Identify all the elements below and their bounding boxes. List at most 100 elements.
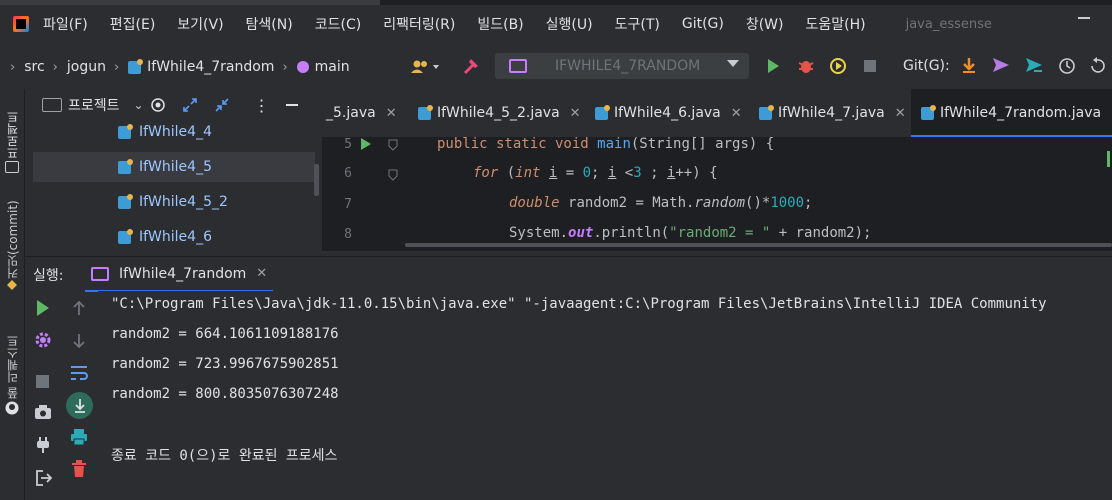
java-class-icon — [118, 123, 133, 139]
close-icon[interactable]: ✕ — [256, 266, 267, 281]
tab-label: IfWhile4_7random.java — [940, 105, 1102, 121]
console-line: random2 = 723.9967675902851 — [111, 356, 339, 372]
tab-label: IfWhile4_6.java — [614, 105, 721, 121]
breadcrumb-method[interactable]: main — [296, 59, 350, 75]
tree-item[interactable]: IfWhile4_4 — [25, 117, 315, 147]
chevron-down-icon[interactable]: ⌄ — [134, 98, 144, 112]
editor-tab[interactable]: IfWhile4_5_2.java ✕ — [418, 89, 581, 137]
github-icon[interactable] — [5, 401, 19, 415]
editor-tab-active[interactable]: IfWhile4_7random.java✕ — [911, 89, 1112, 137]
editor-horizontal-scrollbar[interactable] — [405, 243, 1112, 247]
menu-build[interactable]: 빌드(B) — [477, 14, 523, 34]
run-gutter-icon[interactable] — [360, 138, 372, 150]
close-icon[interactable]: ✕ — [570, 106, 581, 121]
fold-icon[interactable] — [388, 139, 398, 151]
console-line: random2 = 664.1061109188176 — [111, 326, 339, 342]
run-configuration-select[interactable]: IFWHILE4_7RANDOM — [495, 53, 749, 79]
method-icon — [296, 61, 309, 73]
tab-label: _5.java — [326, 105, 376, 121]
chevron-right-icon: › — [10, 59, 16, 75]
menu-tools[interactable]: 도구(T) — [615, 14, 660, 34]
run-panel-header: 실행: IfWhile4_7random ✕ — [25, 256, 1112, 292]
console-line: random2 = 800.8035076307248 — [111, 386, 339, 402]
code-line-6: for (int i = 0; i <3 ; i++) { — [473, 165, 718, 181]
code-editor[interactable]: 5 6 7 8 public static void main(String[]… — [322, 137, 1112, 251]
hide-panel-icon[interactable] — [285, 104, 298, 106]
tree-item[interactable]: IfWhile4_5_2 — [25, 187, 315, 217]
menu-file[interactable]: 파일(F) — [43, 14, 88, 34]
arrow-down-icon[interactable] — [72, 333, 86, 349]
stop-icon[interactable] — [864, 60, 876, 72]
line-number: 8 — [344, 227, 352, 242]
close-icon[interactable]: ✕ — [895, 106, 906, 121]
collapse-all-icon[interactable] — [214, 97, 230, 113]
exit-icon[interactable] — [35, 469, 53, 487]
soft-wrap-icon[interactable] — [70, 365, 88, 381]
menu-view[interactable]: 보기(V) — [177, 14, 223, 34]
rerun-icon[interactable] — [36, 300, 50, 316]
history-icon[interactable] — [1058, 57, 1076, 75]
menu-edit[interactable]: 편집(E) — [110, 14, 156, 34]
menu-code[interactable]: 코드(C) — [315, 14, 361, 34]
project-tool-icon[interactable] — [5, 161, 19, 173]
plug-icon[interactable] — [36, 436, 50, 454]
trash-icon[interactable] — [72, 460, 86, 478]
fold-icon[interactable] — [388, 169, 398, 181]
chevron-right-icon: › — [52, 59, 58, 75]
intellij-logo-icon[interactable] — [13, 16, 29, 32]
folder-icon — [42, 98, 62, 112]
code-line-7: double random2 = Math.random()*1000; — [509, 195, 813, 211]
run-tab[interactable]: IfWhile4_7random ✕ — [85, 257, 274, 292]
minimize-icon[interactable] — [1078, 17, 1090, 19]
tree-item[interactable]: IfWhile4_6 — [25, 222, 315, 252]
menu-window[interactable]: 창(W) — [746, 14, 784, 34]
pull-requests-tool-window[interactable]: 풀 리퀘스트 — [4, 323, 21, 399]
locate-icon[interactable] — [150, 97, 166, 113]
breadcrumb-file[interactable]: IfWhile4_7random — [128, 58, 274, 75]
git-commit-icon[interactable] — [1024, 56, 1044, 74]
breadcrumb-package[interactable]: jogun — [67, 59, 106, 75]
run-configuration-label: IFWHILE4_7RANDOM — [555, 58, 701, 74]
line-number: 6 — [344, 166, 352, 181]
more-options-icon[interactable]: ⋮ — [254, 96, 270, 115]
close-icon[interactable]: ✕ — [731, 106, 742, 121]
print-icon[interactable] — [70, 428, 88, 446]
commit-icon[interactable] — [6, 279, 18, 291]
expand-all-icon[interactable] — [182, 97, 198, 113]
menu-run[interactable]: 실행(U) — [546, 14, 593, 34]
java-class-icon — [118, 228, 133, 244]
menu-help[interactable]: 도움말(H) — [806, 14, 866, 34]
project-panel-title[interactable]: 프로젝트 — [68, 95, 120, 115]
close-icon[interactable]: ✕ — [386, 106, 397, 121]
build-hammer-icon[interactable] — [461, 56, 481, 76]
run-tab-label: IfWhile4_7random — [119, 265, 247, 282]
rollback-icon[interactable] — [1088, 57, 1106, 75]
tab-label: IfWhile4_7.java — [778, 105, 885, 121]
menu-git[interactable]: Git(G) — [682, 16, 724, 32]
run-icon[interactable] — [765, 58, 781, 74]
commit-tool-window[interactable]: 커밋(commit) — [4, 187, 21, 279]
project-tool-window[interactable]: 프로젝트 — [4, 97, 21, 159]
arrow-up-icon[interactable] — [72, 300, 86, 316]
java-class-icon — [128, 58, 144, 74]
editor-tab[interactable]: _5.java ✕ — [326, 89, 397, 137]
project-scrollbar[interactable] — [314, 164, 319, 196]
camera-icon[interactable] — [34, 404, 52, 420]
settings-gear-icon[interactable] — [34, 331, 52, 349]
menu-navigate[interactable]: 탐색(N) — [246, 14, 293, 34]
breadcrumb-src[interactable]: src — [24, 59, 44, 75]
git-update-icon[interactable] — [960, 56, 978, 74]
scroll-to-end-button[interactable] — [66, 392, 93, 419]
console-output[interactable]: "C:\Program Files\Java\jdk-11.0.15\bin\j… — [98, 291, 1112, 500]
editor-tab[interactable]: IfWhile4_6.java ✕ — [595, 89, 742, 137]
git-push-icon[interactable] — [991, 56, 1011, 74]
debug-icon[interactable] — [797, 57, 815, 75]
chevron-right-icon: › — [113, 59, 120, 75]
java-class-icon — [118, 158, 133, 174]
stop-icon[interactable] — [36, 375, 49, 388]
coverage-icon[interactable] — [829, 57, 847, 75]
users-icon[interactable] — [410, 59, 440, 75]
menu-refactor[interactable]: 리팩터링(R) — [383, 14, 455, 34]
tree-item-selected[interactable]: IfWhile4_5 — [33, 152, 315, 182]
editor-tab[interactable]: IfWhile4_7.java ✕ — [759, 89, 906, 137]
